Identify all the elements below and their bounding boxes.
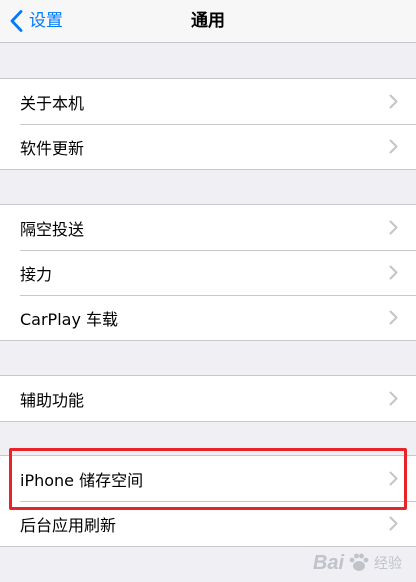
- row-label: iPhone 储存空间: [20, 470, 144, 490]
- chevron-right-icon: [389, 94, 398, 109]
- row-about-phone[interactable]: 关于本机: [0, 79, 416, 124]
- chevron-right-icon: [389, 471, 398, 486]
- chevron-right-icon: [389, 220, 398, 235]
- row-label: 隔空投送: [20, 219, 85, 239]
- navigation-bar: 设置 通用: [0, 0, 416, 43]
- settings-group-about: 关于本机 软件更新: [0, 78, 416, 170]
- page-title: 通用: [191, 11, 225, 31]
- row-label: 辅助功能: [20, 390, 85, 410]
- row-handoff[interactable]: 接力: [0, 250, 416, 295]
- row-accessibility[interactable]: 辅助功能: [0, 376, 416, 421]
- row-label: CarPlay 车载: [20, 309, 119, 329]
- chevron-right-icon: [389, 391, 398, 406]
- watermark: Bai 经验: [313, 550, 402, 576]
- watermark-text: Bai: [312, 551, 344, 574]
- row-airdrop[interactable]: 隔空投送: [0, 205, 416, 250]
- chevron-right-icon: [389, 310, 398, 325]
- row-label: 接力: [20, 264, 53, 284]
- row-label: 软件更新: [20, 138, 85, 158]
- row-software-update[interactable]: 软件更新: [0, 124, 416, 169]
- settings-group-accessibility: 辅助功能: [0, 375, 416, 422]
- row-carplay[interactable]: CarPlay 车载: [0, 295, 416, 340]
- chevron-right-icon: [389, 265, 398, 280]
- chevron-right-icon: [389, 516, 398, 531]
- chevron-right-icon: [389, 139, 398, 154]
- row-iphone-storage[interactable]: iPhone 储存空间: [0, 456, 416, 501]
- row-label: 后台应用刷新: [20, 515, 117, 535]
- row-background-app-refresh[interactable]: 后台应用刷新: [0, 501, 416, 546]
- settings-group-connectivity: 隔空投送 接力 CarPlay 车载: [0, 204, 416, 341]
- settings-group-storage: iPhone 储存空间 后台应用刷新: [0, 455, 416, 547]
- watermark-subtext: 经验: [374, 556, 402, 572]
- paw-icon: [349, 553, 369, 571]
- row-label: 关于本机: [20, 93, 85, 113]
